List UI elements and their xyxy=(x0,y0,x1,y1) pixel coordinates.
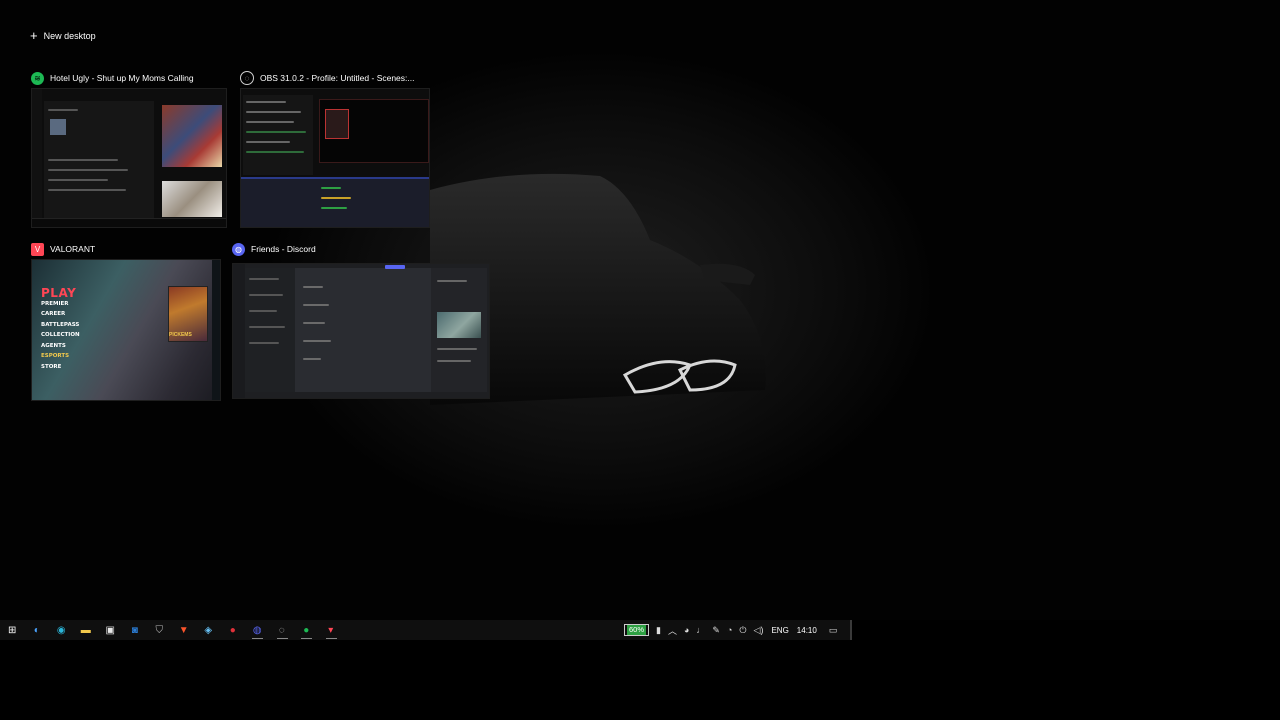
discord-icon: ◍ xyxy=(232,242,245,256)
steam-icon: ◈ xyxy=(204,624,213,636)
valorant-play-label: PLAY xyxy=(41,286,77,300)
system-tray: 60% ▮ ︿ ◕ ♩ ✎ ◔ ⏻ ◁) ENG 14:10 ▭ xyxy=(624,620,837,640)
window-valorant[interactable]: V VALORANT PLAY PREMIER CAREER BATTLEPAS… xyxy=(31,241,221,401)
battery-saver-icon[interactable]: ▮ xyxy=(656,625,661,636)
copilot-icon: ◐ xyxy=(33,624,40,636)
valorant-card-label: PICKEMS xyxy=(169,332,192,338)
security-icon: ⛉ xyxy=(155,624,164,636)
taskbar-app-valorant[interactable]: ▾ xyxy=(319,620,344,640)
brave-icon: ▼ xyxy=(178,624,189,636)
window-title: OBS 31.0.2 - Profile: Untitled - Scenes:… xyxy=(260,73,415,83)
language-indicator[interactable]: ENG xyxy=(771,626,788,635)
window-title-bar: ≋ Hotel Ugly - Shut up My Moms Calling xyxy=(31,70,194,86)
clock[interactable]: 14:10 xyxy=(797,626,817,635)
taskbar-app-discord[interactable]: ◍ xyxy=(245,620,270,640)
taskbar-app-outlook[interactable]: ◙ xyxy=(123,620,148,640)
taskbar-app-store[interactable]: ▣ xyxy=(98,620,123,640)
taskbar-app-copilot[interactable]: ◐ xyxy=(25,620,50,640)
taskbar-app-obs[interactable]: ◌ xyxy=(270,620,295,640)
battery-percent: 60% xyxy=(627,625,647,635)
pen-icon[interactable]: ✎ xyxy=(712,625,720,636)
edge-icon: ◉ xyxy=(56,624,66,636)
chevron-up-icon[interactable]: ︿ xyxy=(668,624,677,637)
outlook-icon: ◙ xyxy=(131,624,138,636)
valorant-menu-item: AGENTS xyxy=(41,342,66,349)
spotify-icon: ● xyxy=(303,624,310,636)
valorant-menu-item: BATTLEPASS xyxy=(41,321,80,328)
valorant-menu-item: CAREER xyxy=(41,311,66,317)
window-spotify[interactable]: ≋ Hotel Ugly - Shut up My Moms Calling xyxy=(31,70,227,230)
notification-icon[interactable]: ▭ xyxy=(829,625,838,636)
window-title-bar: ◍ Friends - Discord xyxy=(232,241,316,257)
taskbar-app-file-explorer[interactable]: ▬ xyxy=(74,620,99,640)
microphone-icon[interactable]: ♩ xyxy=(696,625,705,635)
store-icon: ▣ xyxy=(105,624,115,636)
valorant-menu-item: PREMIER xyxy=(41,300,69,307)
window-title-bar: V VALORANT xyxy=(31,241,95,257)
taskbar-app-security[interactable]: ⛉ xyxy=(147,620,172,640)
taskbar-app-brave[interactable]: ▼ xyxy=(172,620,197,640)
valorant-icon: V xyxy=(31,242,44,256)
valorant-menu: PLAY PREMIER CAREER BATTLEPASS COLLECTIO… xyxy=(41,286,80,372)
plus-icon: + xyxy=(30,28,38,43)
taskbar-app-spotify[interactable]: ● xyxy=(294,620,319,640)
valorant-menu-item: COLLECTION xyxy=(41,332,80,338)
taskbar-app-steam[interactable]: ◈ xyxy=(196,620,221,640)
battery-indicator[interactable]: 60% xyxy=(624,624,650,636)
obs-icon: ◌ xyxy=(278,624,285,636)
controller-icon[interactable]: ◕ xyxy=(684,625,689,635)
taskbar-app-red[interactable]: ● xyxy=(221,620,246,640)
show-desktop-button[interactable] xyxy=(850,620,852,640)
start-button[interactable]: ⊞ xyxy=(0,620,25,640)
window-title-bar: ◌ OBS 31.0.2 - Profile: Untitled - Scene… xyxy=(240,70,415,86)
window-thumbnail: PLAY PREMIER CAREER BATTLEPASS COLLECTIO… xyxy=(31,259,221,401)
discord-icon: ◍ xyxy=(252,624,262,636)
start-icon: ⊞ xyxy=(8,624,17,636)
window-thumbnail xyxy=(31,88,227,228)
window-thumbnail xyxy=(240,88,430,228)
valorant-menu-item: STORE xyxy=(41,363,62,370)
file-explorer-icon: ▬ xyxy=(80,624,91,636)
new-desktop-label: New desktop xyxy=(43,31,96,41)
obs-icon: ◌ xyxy=(240,71,254,85)
window-thumbnail xyxy=(232,263,490,399)
window-title: VALORANT xyxy=(50,244,96,254)
app-red-icon: ● xyxy=(229,624,236,636)
volume-icon[interactable]: ◁) xyxy=(754,625,764,636)
wifi-icon[interactable]: ◔ xyxy=(727,625,732,635)
window-discord[interactable]: ◍ Friends - Discord xyxy=(232,241,490,401)
taskbar: ⊞ ◐ ◉ ▬ ▣ ◙ ⛉ ▼ ◈ ● ◍ ◌ ● ▾ 60% ▮ ︿ ◕ ♩ … xyxy=(0,620,852,640)
valorant-icon: ▾ xyxy=(328,624,334,636)
window-title: Hotel Ugly - Shut up My Moms Calling xyxy=(50,73,194,83)
valorant-menu-item: ESPORTS xyxy=(41,353,70,359)
new-desktop-button[interactable]: + New desktop xyxy=(30,28,96,44)
window-obs[interactable]: ◌ OBS 31.0.2 - Profile: Untitled - Scene… xyxy=(240,70,430,230)
spotify-icon: ≋ xyxy=(31,71,44,85)
power-icon[interactable]: ⏻ xyxy=(739,625,746,636)
window-title: Friends - Discord xyxy=(251,244,316,254)
taskbar-app-edge[interactable]: ◉ xyxy=(49,620,74,640)
